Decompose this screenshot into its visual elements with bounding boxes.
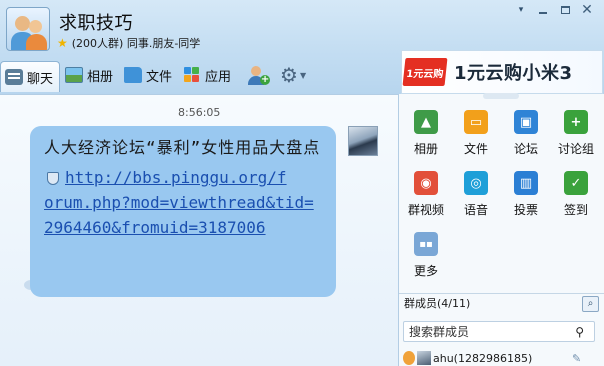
chat-message-area[interactable]: 8:56:05 人大经济论坛“暴利”女性用品大盘点 http://bbs.pin… [0, 94, 398, 366]
chevron-down-icon: ▼ [299, 70, 307, 80]
voice-icon: ◎ [464, 171, 488, 195]
app-more-label: 更多 [413, 264, 438, 278]
tab-files-label: 文件 [146, 69, 173, 85]
forum-icon: ▣ [514, 110, 538, 134]
album-icon [65, 67, 84, 83]
apps-icon [183, 67, 201, 83]
tab-chat[interactable]: 聊天 [0, 61, 61, 92]
message-text: 人大经济论坛“暴利”女性用品大盘点 [44, 138, 321, 157]
group-avatar[interactable] [6, 7, 50, 51]
app-checkin[interactable]: ✓ 签到 [551, 171, 601, 232]
shield-icon [47, 172, 59, 185]
member-list-item[interactable]: ahu(1282986185) [403, 350, 532, 366]
pin-icon[interactable]: ▾ [510, 1, 532, 19]
app-video[interactable]: ◉ 群视频 [401, 171, 451, 232]
app-photo-label: 相册 [413, 142, 438, 156]
message-link-continued[interactable]: orum.php?mod=viewthread&tid=2964460&from… [44, 190, 322, 240]
tab-album[interactable]: 相册 [61, 61, 119, 89]
panel-grip[interactable] [483, 93, 519, 99]
tab-files[interactable]: 文件 [120, 61, 178, 89]
app-discussion-label: 讨论组 [557, 142, 594, 156]
message-timestamp: 8:56:05 [178, 106, 221, 119]
maximize-button[interactable] [554, 1, 576, 19]
tab-apps[interactable]: 应用 [179, 61, 237, 89]
group-title[interactable]: 求职技巧 [59, 9, 133, 35]
group-star-icon: ★ [57, 36, 68, 50]
right-panel: ▲ 相册 ▭ 文件 ▣ 论坛 + 讨论组 ◉ 群视频 ◎ 语音 ▥ 投票 ✓ 签 [398, 93, 604, 366]
tab-apps-label: 应用 [205, 69, 232, 85]
members-search-input[interactable] [409, 324, 567, 339]
app-voice-label: 语音 [463, 203, 488, 217]
members-search-button[interactable]: ⌕ [582, 296, 599, 312]
settings-gear-icon: ⚙ [280, 63, 298, 87]
settings-button[interactable]: ⚙ ▼ [274, 61, 312, 89]
ad-banner[interactable]: 1元云购 1元云购小米3 [401, 50, 603, 94]
folder-icon [124, 67, 143, 83]
message-bubble[interactable]: 人大经济论坛“暴利”女性用品大盘点 http://bbs.pinggu.org/… [30, 126, 336, 297]
tab-chat-label: 聊天 [27, 71, 54, 87]
app-forum[interactable]: ▣ 论坛 [501, 110, 551, 171]
group-subtitle: (200人群) 同事.朋友-同学 [71, 37, 201, 50]
toolbar: 聊天 相册 文件 应用 + ⚙ ▼ [0, 60, 312, 92]
message-link[interactable]: http://bbs.pinggu.org/f [65, 165, 323, 190]
video-icon: ◉ [414, 171, 438, 195]
minimize-button[interactable] [532, 1, 554, 19]
discussion-icon: + [564, 110, 588, 134]
search-icon[interactable]: ⚲ [575, 325, 584, 339]
edit-icon[interactable]: ✎ [572, 352, 581, 365]
group-apps-grid: ▲ 相册 ▭ 文件 ▣ 论坛 + 讨论组 ◉ 群视频 ◎ 语音 ▥ 投票 ✓ 签 [401, 110, 601, 293]
app-more[interactable]: ▪▪ 更多 [401, 232, 451, 293]
checkin-icon: ✓ [564, 171, 588, 195]
members-search-box[interactable]: ⚲ [403, 321, 595, 342]
member-name: ahu(1282986185) [433, 351, 533, 365]
message-link-line1: http://bbs.pinggu.org/f [65, 168, 287, 187]
members-header: 群成员(4/11) [404, 297, 471, 310]
window-controls: ▾ ✕ [510, 1, 598, 19]
tab-album-label: 相册 [87, 69, 114, 85]
app-photo[interactable]: ▲ 相册 [401, 110, 451, 171]
photo-icon: ▲ [414, 110, 438, 134]
add-member-icon: + [248, 65, 271, 85]
chat-icon [5, 69, 23, 85]
app-discussion[interactable]: + 讨论组 [551, 110, 601, 171]
owner-icon [403, 351, 415, 365]
more-icon: ▪▪ [414, 232, 438, 256]
ad-logo: 1元云购 [402, 58, 448, 86]
app-voice[interactable]: ◎ 语音 [451, 171, 501, 232]
sender-avatar[interactable] [348, 126, 378, 156]
message-link-row: http://bbs.pinggu.org/f [44, 165, 323, 190]
app-files[interactable]: ▭ 文件 [451, 110, 501, 171]
member-avatar [417, 351, 431, 365]
app-files-label: 文件 [463, 142, 488, 156]
panel-divider [399, 293, 604, 294]
app-checkin-label: 签到 [563, 203, 588, 217]
app-video-label: 群视频 [407, 203, 444, 217]
app-vote[interactable]: ▥ 投票 [501, 171, 551, 232]
app-forum-label: 论坛 [513, 142, 538, 156]
add-member-button[interactable]: + [244, 61, 274, 89]
folder-icon: ▭ [464, 110, 488, 134]
group-subtitle-row: ★ (200人群) 同事.朋友-同学 [57, 36, 200, 50]
close-button[interactable]: ✕ [576, 1, 598, 19]
vote-icon: ▥ [514, 171, 538, 195]
app-vote-label: 投票 [513, 203, 538, 217]
ad-text: 1元云购小米3 [454, 63, 573, 84]
